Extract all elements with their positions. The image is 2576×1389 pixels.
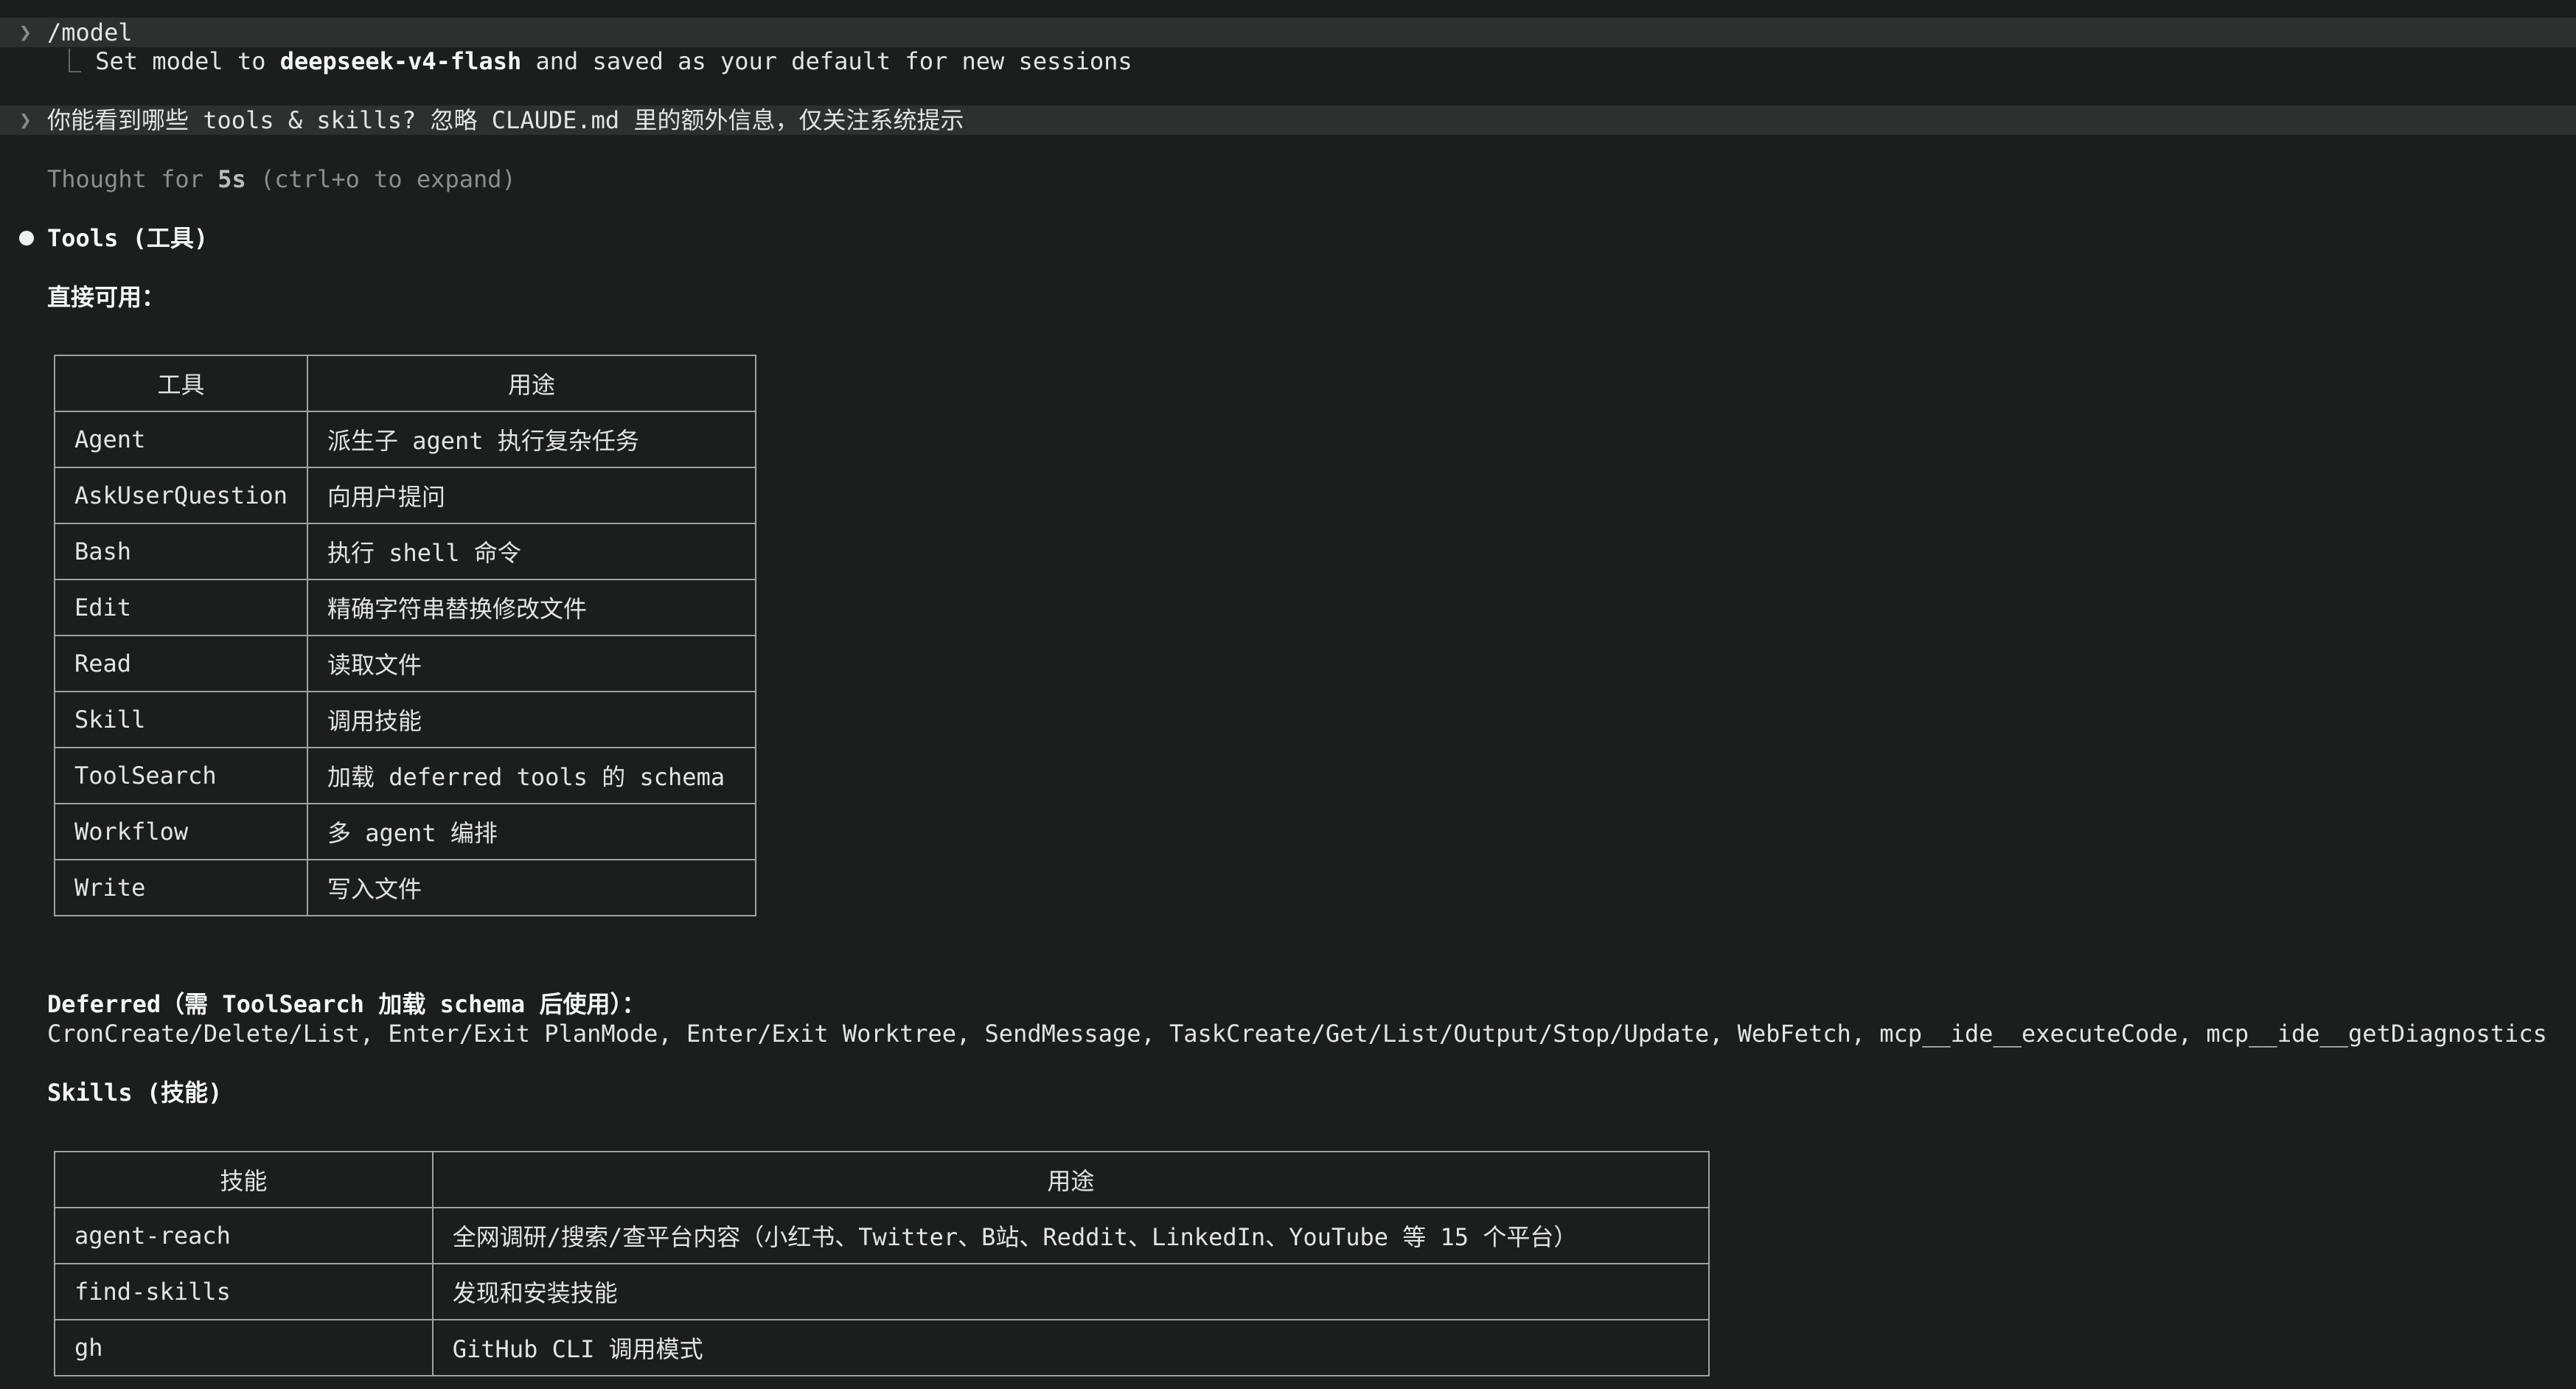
table-row: gh GitHub CLI 调用模式: [54, 1319, 1710, 1376]
skill-purpose: 发现和安装技能: [431, 1263, 1710, 1320]
tool-purpose: 精确字符串替换修改文件: [306, 579, 757, 636]
command-result: ⎿ Set model to deepseek-v4-flash and sav…: [58, 46, 1132, 76]
thought-hint: (ctrl+o to expand): [246, 165, 516, 193]
tool-purpose: 派生子 agent 执行复杂任务: [306, 411, 757, 468]
skills-table: 技能 用途 agent-reach 全网调研/搜索/查平台内容（小红书、Twit…: [54, 1151, 1710, 1376]
tool-name: Agent: [54, 411, 308, 468]
chevron-right-icon: ❯: [19, 108, 32, 132]
tools-heading: Tools (工具): [47, 224, 209, 252]
direct-available-label: 直接可用：: [47, 283, 166, 311]
user-message: 你能看到哪些 tools & skills? 忽略 CLAUDE.md 里的额外…: [47, 106, 964, 134]
tool-purpose: 加载 deferred tools 的 schema: [306, 747, 757, 804]
table-row: ToolSearch 加载 deferred tools 的 schema: [54, 747, 757, 804]
table-row: agent-reach 全网调研/搜索/查平台内容（小红书、Twitter、B站…: [54, 1207, 1710, 1264]
skills-heading: Skills (技能): [47, 1079, 223, 1107]
tool-purpose: 多 agent 编排: [306, 803, 757, 860]
table-header-row: 技能 用途: [54, 1151, 1710, 1208]
column-header-purpose: 用途: [306, 355, 757, 412]
deferred-tools-list: CronCreate/Delete/List, Enter/Exit PlanM…: [47, 1020, 2547, 1048]
tools-table: 工具 用途 Agent 派生子 agent 执行复杂任务 AskUserQues…: [54, 355, 757, 916]
table-row: Skill 调用技能: [54, 691, 757, 748]
table-row: Workflow 多 agent 编排: [54, 803, 757, 860]
table-row: Bash 执行 shell 命令: [54, 523, 757, 580]
result-prefix: Set model to: [95, 47, 280, 75]
thought-prefix: Thought for: [47, 165, 218, 193]
tool-purpose: 写入文件: [306, 859, 757, 916]
skill-name: gh: [54, 1319, 434, 1376]
tool-name: Edit: [54, 579, 308, 636]
command-text: /model: [47, 18, 133, 46]
result-model: deepseek-v4-flash: [279, 47, 522, 75]
skill-name: find-skills: [54, 1263, 434, 1320]
tool-name: Bash: [54, 523, 308, 580]
tool-name: Workflow: [54, 803, 308, 860]
tool-name: Write: [54, 859, 308, 916]
tool-purpose: 执行 shell 命令: [306, 523, 757, 580]
table-row: AskUserQuestion 向用户提问: [54, 467, 757, 524]
chevron-right-icon: ❯: [19, 20, 32, 44]
table-row: Read 读取文件: [54, 635, 757, 692]
tool-name: Read: [54, 635, 308, 692]
table-header-row: 工具 用途: [54, 355, 757, 412]
bullet-dot-icon: [19, 231, 34, 246]
skill-purpose: 全网调研/搜索/查平台内容（小红书、Twitter、B站、Reddit、Link…: [431, 1207, 1710, 1264]
table-row: find-skills 发现和安装技能: [54, 1263, 1710, 1320]
thought-duration: 5s: [217, 165, 246, 193]
tool-purpose: 读取文件: [306, 635, 757, 692]
skill-name: agent-reach: [54, 1207, 434, 1264]
deferred-label: Deferred（需 ToolSearch 加载 schema 后使用）：: [47, 990, 646, 1018]
tool-purpose: 调用技能: [306, 691, 757, 748]
prompt-row-model: [0, 18, 2576, 47]
tool-name: ToolSearch: [54, 747, 308, 804]
table-row: Write 写入文件: [54, 859, 757, 916]
tool-name: Skill: [54, 691, 308, 748]
column-header-skill: 技能: [54, 1151, 434, 1208]
thought-indicator[interactable]: Thought for 5s (ctrl+o to expand): [47, 164, 516, 194]
table-row: Edit 精确字符串替换修改文件: [54, 579, 757, 636]
tree-branch-icon: ⎿: [58, 47, 96, 75]
column-header-purpose: 用途: [431, 1151, 1710, 1208]
tool-purpose: 向用户提问: [306, 467, 757, 524]
table-row: Agent 派生子 agent 执行复杂任务: [54, 411, 757, 468]
tool-name: AskUserQuestion: [54, 467, 308, 524]
result-suffix: and saved as your default for new sessio…: [521, 47, 1132, 75]
column-header-tool: 工具: [54, 355, 308, 412]
skill-purpose: GitHub CLI 调用模式: [431, 1319, 1710, 1376]
